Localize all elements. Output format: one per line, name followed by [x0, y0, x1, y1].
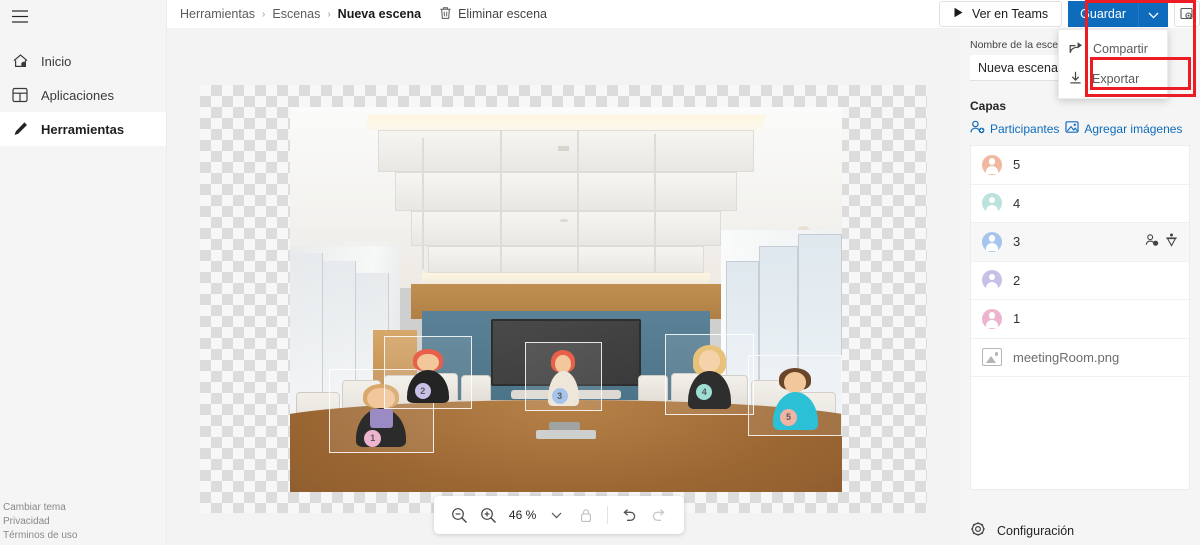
sidebar-item-aplicaciones[interactable]: Aplicaciones: [0, 78, 166, 112]
participant-avatar: [688, 345, 731, 409]
footer-link-privacidad[interactable]: Privacidad: [3, 515, 77, 529]
hamburger-icon[interactable]: [0, 0, 40, 32]
image-file-icon: [982, 348, 1002, 367]
layer-name: 2: [1013, 272, 1021, 288]
save-dropdown-toggle[interactable]: [1138, 1, 1168, 27]
lock-screen-icon[interactable]: [1174, 1, 1200, 27]
configuration-label: Configuración: [997, 523, 1075, 538]
sidebar-item-label: Inicio: [41, 53, 72, 69]
breadcrumb-item-nueva-escena: Nueva escena: [337, 7, 422, 21]
participant-marker-4[interactable]: 4: [665, 334, 754, 415]
layer-row[interactable]: 1: [971, 300, 1189, 339]
save-button-group: Guardar Compartir Exportar: [1058, 1, 1168, 99]
undo-icon[interactable]: [616, 501, 642, 529]
home-icon: [11, 52, 29, 70]
canvas-area[interactable]: 1 2 3 4 5 46 %: [167, 28, 960, 545]
menu-item-label: Compartir: [1093, 42, 1148, 56]
save-button[interactable]: Guardar: [1068, 1, 1138, 27]
sidebar-footer: Cambiar tema Privacidad Términos de uso: [3, 501, 77, 543]
layers-title: Capas: [970, 99, 1007, 113]
view-in-teams-button[interactable]: Ver en Teams: [938, 1, 1063, 27]
breadcrumb-item-herramientas[interactable]: Herramientas: [180, 7, 255, 21]
delete-layer-icon[interactable]: [1165, 233, 1178, 250]
configuration-button[interactable]: Configuración: [970, 521, 1074, 540]
scene-image[interactable]: 1 2 3 4 5: [290, 107, 842, 492]
sidebar-item-herramientas[interactable]: Herramientas: [0, 112, 166, 146]
redo-icon[interactable]: [646, 501, 672, 529]
footer-link-terminos[interactable]: Términos de uso: [3, 529, 77, 543]
top-actions: Ver en Teams Guardar Compartir Exportar: [938, 0, 1200, 99]
breadcrumb-item-escenas[interactable]: Escenas: [272, 7, 320, 21]
layer-row[interactable]: 4: [971, 185, 1189, 223]
add-participants-button[interactable]: Participantes: [970, 120, 1059, 137]
participant-marker-5[interactable]: 5: [748, 355, 842, 437]
layer-row-actions: [1145, 233, 1178, 250]
participant-badge: 2: [414, 382, 431, 399]
trash-icon: [439, 6, 452, 23]
layer-row[interactable]: 5: [971, 146, 1189, 185]
layer-name: 5: [1013, 157, 1021, 173]
zoom-out-icon[interactable]: [446, 501, 472, 529]
add-images-label: Agregar imágenes: [1084, 121, 1183, 136]
participant-badge: 3: [551, 387, 568, 404]
layer-actions: Participantes Agregar imágenes: [970, 120, 1190, 137]
participant-avatar-icon: [982, 308, 1002, 329]
layer-name: 3: [1013, 234, 1021, 250]
participant-avatar-icon: [982, 270, 1002, 291]
add-participants-label: Participantes: [990, 121, 1060, 136]
download-icon: [1069, 71, 1082, 87]
assign-person-icon[interactable]: [1145, 233, 1160, 250]
add-person-icon: [970, 120, 985, 137]
participant-marker-2[interactable]: 2: [383, 336, 473, 410]
save-dropdown-menu: Compartir Exportar: [1058, 29, 1168, 99]
app-root: Inicio Aplicaciones Herramientas Cambiar…: [0, 0, 1200, 545]
menu-item-compartir[interactable]: Compartir: [1059, 34, 1167, 64]
gear-icon: [970, 521, 986, 540]
apps-grid-icon: [11, 86, 29, 104]
zoom-in-icon[interactable]: [475, 501, 501, 529]
sidebar-item-inicio[interactable]: Inicio: [0, 44, 166, 78]
sidebar: Inicio Aplicaciones Herramientas Cambiar…: [0, 0, 167, 545]
transparency-checkerboard: 1 2 3 4 5: [200, 85, 927, 513]
share-icon: [1069, 41, 1083, 57]
participant-avatar-icon: [982, 154, 1002, 175]
add-images-button[interactable]: Agregar imágenes: [1065, 120, 1182, 137]
participant-avatar-icon: [982, 231, 1002, 252]
layer-name: meetingRoom.png: [1013, 349, 1120, 365]
toolbar-divider: [607, 506, 609, 524]
right-panel: Nombre de la escena* Nueva escena Capas …: [960, 28, 1200, 545]
sidebar-item-label: Herramientas: [41, 121, 125, 137]
participant-avatar-icon: [982, 193, 1002, 214]
layer-row[interactable]: meetingRoom.png: [971, 339, 1189, 377]
menu-item-exportar[interactable]: Exportar: [1059, 64, 1167, 94]
sidebar-item-label: Aplicaciones: [41, 87, 114, 103]
zoom-dropdown-icon[interactable]: [543, 501, 569, 529]
delete-scene-label: Eliminar escena: [458, 7, 547, 21]
participant-badge: 1: [364, 429, 382, 447]
layer-row[interactable]: 3: [971, 223, 1189, 262]
chevron-down-icon: [1148, 7, 1159, 22]
layers-list: 5 4 3 2 1 meetingRoom.png: [970, 145, 1190, 490]
play-icon: [953, 7, 964, 21]
layer-name: 1: [1013, 311, 1021, 327]
zoom-toolbar: 46 %: [434, 496, 684, 534]
footer-link-cambiar-tema[interactable]: Cambiar tema: [3, 501, 77, 515]
lock-icon[interactable]: [573, 501, 599, 529]
delete-scene-button[interactable]: Eliminar escena: [439, 6, 547, 23]
breadcrumb-separator: ›: [262, 8, 266, 20]
view-in-teams-label: Ver en Teams: [971, 7, 1049, 21]
layer-name: 4: [1013, 195, 1021, 211]
add-image-icon: [1065, 120, 1079, 137]
sidebar-nav: Inicio Aplicaciones Herramientas: [0, 44, 166, 146]
pencil-icon: [11, 120, 29, 138]
participant-badge: 5: [780, 408, 798, 426]
participant-marker-3[interactable]: 3: [524, 341, 602, 412]
menu-item-label: Exportar: [1092, 72, 1140, 86]
layer-row[interactable]: 2: [971, 262, 1189, 300]
breadcrumb: Herramientas › Escenas › Nueva escena: [180, 7, 421, 21]
breadcrumb-separator: ›: [327, 8, 331, 20]
zoom-level-value: 46 %: [508, 508, 537, 522]
